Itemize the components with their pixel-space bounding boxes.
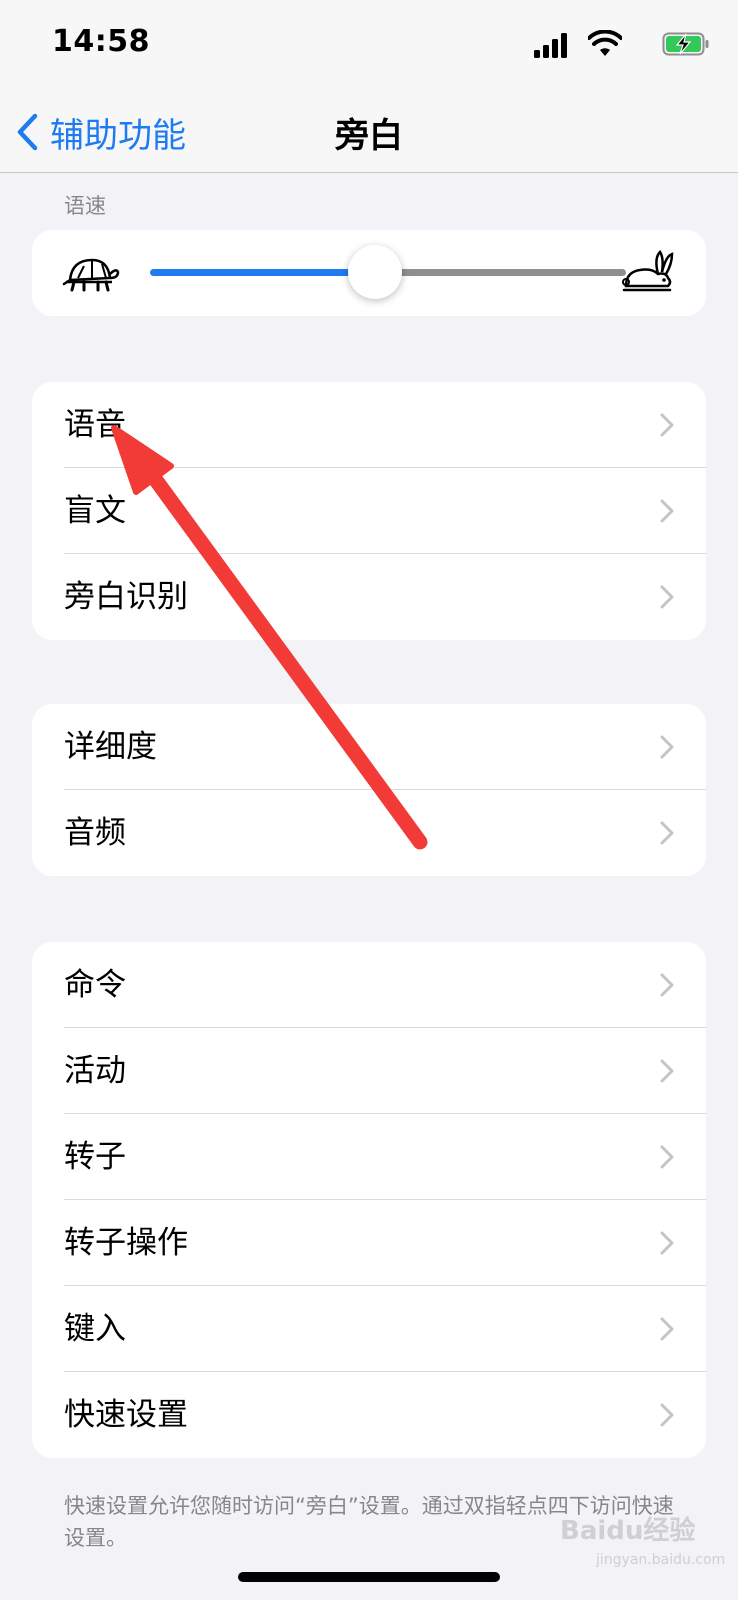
list-item-activities[interactable]: 活动 (32, 1028, 706, 1114)
list-item-label: 命令 (64, 967, 126, 1003)
chevron-right-icon (660, 413, 674, 437)
chevron-right-icon (660, 499, 674, 523)
slider-track-filled (150, 269, 370, 276)
chevron-right-icon (660, 735, 674, 759)
list-item-rotor-actions[interactable]: 转子操作 (32, 1200, 706, 1286)
home-indicator[interactable] (238, 1572, 500, 1582)
turtle-icon (62, 258, 120, 292)
list-item-audio[interactable]: 音频 (32, 790, 706, 876)
list-item-quick-settings[interactable]: 快速设置 (32, 1372, 706, 1458)
list-item-typing[interactable]: 键入 (32, 1286, 706, 1372)
page-title: 旁白 (335, 116, 403, 156)
settings-group-3: 命令 活动 转子 转子操作 键入 快速设置 (32, 942, 706, 1458)
baidu-watermark-url: jingyan.baidu.com (596, 1552, 726, 1568)
chevron-right-icon (660, 821, 674, 845)
speech-rate-slider-group (32, 230, 706, 316)
list-item-label: 转子 (64, 1139, 126, 1175)
cellular-signal-icon (534, 33, 567, 58)
chevron-right-icon (660, 1145, 674, 1169)
status-bar: 14:58 (0, 0, 738, 92)
chevron-right-icon (660, 1317, 674, 1341)
list-item-rotor[interactable]: 转子 (32, 1114, 706, 1200)
list-item-label: 语音 (64, 407, 126, 443)
settings-group-2: 详细度 音频 (32, 704, 706, 876)
list-item-verbosity[interactable]: 详细度 (32, 704, 706, 790)
list-item-speech[interactable]: 语音 (32, 382, 706, 468)
list-item-label: 快速设置 (64, 1397, 188, 1433)
list-item-label: 旁白识别 (64, 579, 188, 615)
list-item-label: 盲文 (64, 493, 126, 529)
battery-charging-icon (662, 32, 709, 56)
list-item-label: 转子操作 (64, 1225, 188, 1261)
speech-rate-slider-thumb[interactable] (348, 245, 402, 299)
list-item-voiceover-recognition[interactable]: 旁白识别 (32, 554, 706, 640)
chevron-right-icon (660, 585, 674, 609)
baidu-watermark: Baidu经验 (560, 1516, 696, 1546)
list-item-label: 活动 (64, 1053, 126, 1089)
list-item-label: 详细度 (64, 729, 157, 765)
speech-rate-header: 语速 (64, 194, 106, 218)
navigation-bar: 辅助功能 旁白 (0, 92, 738, 173)
settings-group-1: 语音 盲文 旁白识别 (32, 382, 706, 640)
chevron-right-icon (660, 1403, 674, 1427)
list-item-braille[interactable]: 盲文 (32, 468, 706, 554)
rabbit-icon (622, 250, 674, 292)
list-item-label: 音频 (64, 815, 126, 851)
slider-track-empty (372, 269, 626, 276)
chevron-right-icon (660, 973, 674, 997)
wifi-icon (588, 30, 622, 56)
chevron-right-icon (660, 1059, 674, 1083)
list-item-commands[interactable]: 命令 (32, 942, 706, 1028)
status-time: 14:58 (52, 24, 150, 59)
chevron-right-icon (660, 1231, 674, 1255)
list-item-label: 键入 (64, 1311, 126, 1347)
